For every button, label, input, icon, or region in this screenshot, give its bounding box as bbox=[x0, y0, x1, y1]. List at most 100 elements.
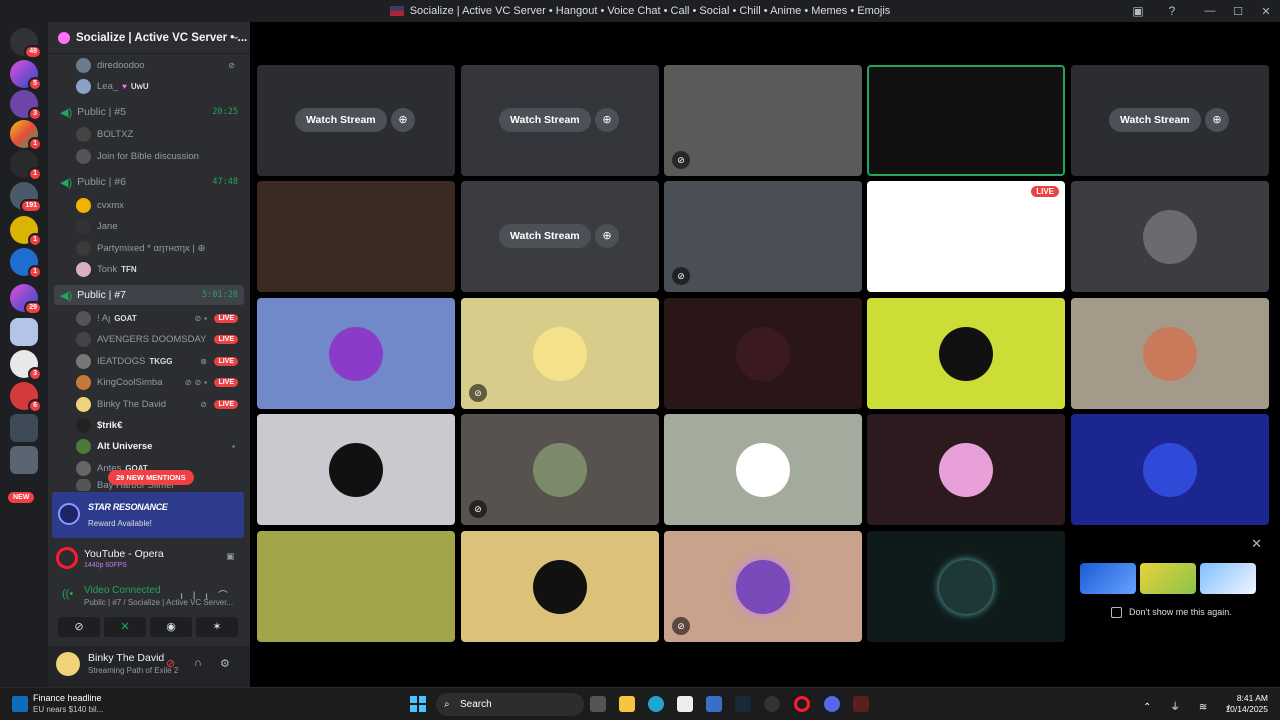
server-icon[interactable]: 6 bbox=[10, 382, 42, 413]
voice-user[interactable]: BOLTXZ bbox=[76, 124, 244, 144]
stream-tile[interactable]: Watch Stream ⊕ bbox=[1071, 65, 1269, 176]
soundboard-button[interactable]: ✶ bbox=[196, 617, 238, 637]
user-tile[interactable] bbox=[257, 531, 455, 642]
minimize-button[interactable]: — bbox=[1196, 5, 1224, 17]
server-icon-socialize[interactable]: 5 bbox=[10, 60, 42, 91]
game-rocket-bot-royale[interactable] bbox=[1080, 563, 1136, 594]
user-tile[interactable]: ⊘ bbox=[664, 531, 862, 642]
watch-stream-button[interactable]: Watch Stream bbox=[499, 224, 591, 248]
home-button[interactable]: 49 bbox=[10, 28, 42, 59]
stop-stream-icon[interactable]: ▣ bbox=[226, 551, 238, 563]
news-title[interactable]: Finance headline bbox=[33, 693, 102, 703]
stream-tile[interactable]: LIVE bbox=[867, 181, 1065, 292]
video-tile[interactable]: ⊘ bbox=[664, 181, 862, 292]
voice-user[interactable]: $trik€ bbox=[76, 415, 244, 435]
server-icon[interactable]: 1 bbox=[10, 120, 42, 151]
voice-user[interactable]: Alt Universe ▪ bbox=[76, 436, 244, 456]
voice-user[interactable]: diredoodoo ⊘ bbox=[76, 55, 244, 75]
user-tile[interactable]: ⊘ bbox=[461, 298, 659, 409]
dont-show-checkbox[interactable] bbox=[1111, 607, 1122, 618]
server-icon[interactable]: 1 bbox=[10, 216, 42, 247]
user-tile[interactable] bbox=[867, 414, 1065, 525]
voice-user[interactable]: IEATDOGS TKGG ⊗ LIVE bbox=[76, 351, 244, 371]
app-icon[interactable] bbox=[706, 696, 722, 712]
screen-share-button[interactable]: ✕ bbox=[104, 617, 146, 637]
voice-user[interactable]: Lea_ ♥ UwU bbox=[76, 76, 244, 96]
server-icon[interactable]: 29 bbox=[10, 284, 42, 315]
soundboard-icon[interactable]: ılı⌒ bbox=[180, 587, 238, 602]
server-icon[interactable]: 1 bbox=[10, 150, 42, 181]
popout-icon[interactable]: ⊕ bbox=[391, 108, 415, 132]
voice-user[interactable]: Binky The David ⊘ LIVE bbox=[76, 394, 244, 414]
dont-show-label[interactable]: Don't show me this again. bbox=[1129, 607, 1232, 617]
popout-icon[interactable]: ⊕ bbox=[595, 224, 619, 248]
app-icon[interactable] bbox=[853, 696, 869, 712]
edge-icon[interactable] bbox=[648, 696, 664, 712]
help-icon[interactable]: ? bbox=[1164, 3, 1180, 19]
maximize-button[interactable]: ☐ bbox=[1224, 5, 1252, 18]
stream-tile[interactable]: Watch Stream ⊕ bbox=[461, 65, 659, 176]
user-tile[interactable] bbox=[664, 414, 862, 525]
voice-channel-active[interactable]: ◀) Public | #7 5:01:20 bbox=[54, 285, 244, 305]
opera-icon[interactable] bbox=[794, 696, 810, 712]
voice-user[interactable]: Join for Bible discussion bbox=[76, 146, 244, 166]
my-username[interactable]: Binky The David bbox=[88, 652, 164, 664]
inbox-icon[interactable]: ▣ bbox=[1130, 3, 1146, 19]
user-tile[interactable] bbox=[867, 531, 1065, 642]
clock[interactable]: 8:41 AM 10/14/2025 bbox=[1225, 693, 1268, 715]
stream-tile[interactable]: ⊘ bbox=[664, 65, 862, 176]
user-tile[interactable]: ⊘ bbox=[461, 414, 659, 525]
server-icon[interactable]: 191 bbox=[10, 182, 42, 213]
gear-icon[interactable]: ⚙ bbox=[220, 657, 230, 670]
close-icon[interactable]: ✕ bbox=[1251, 536, 1262, 552]
activity-panel[interactable]: YouTube - Opera 1440p 60FPS ▣ bbox=[52, 542, 244, 578]
server-icon[interactable] bbox=[10, 414, 38, 442]
server-icon[interactable] bbox=[10, 446, 38, 474]
video-tile[interactable] bbox=[257, 181, 455, 292]
avatar[interactable] bbox=[56, 652, 80, 676]
activity-button[interactable]: ◉ bbox=[150, 617, 192, 637]
user-tile[interactable] bbox=[664, 298, 862, 409]
user-tile[interactable] bbox=[1071, 298, 1269, 409]
file-explorer-icon[interactable] bbox=[619, 696, 635, 712]
stream-tile[interactable]: Watch Stream ⊕ bbox=[257, 65, 455, 176]
user-tile[interactable] bbox=[257, 298, 455, 409]
voice-channel[interactable]: ◀) Public | #6 47:48 bbox=[54, 172, 244, 192]
voice-status[interactable]: Video Connected bbox=[84, 585, 161, 596]
voice-user[interactable]: Partymixed * αηтнσηх | ⊕ bbox=[76, 238, 244, 258]
news-subtitle[interactable]: EU nears $140 bil... bbox=[33, 705, 103, 714]
server-icon[interactable] bbox=[10, 318, 38, 346]
user-tile[interactable] bbox=[1071, 181, 1269, 292]
game-sudoku-together[interactable] bbox=[1200, 563, 1256, 594]
voice-user[interactable]: ! Aȷ GOAT ⊘▪ LIVE bbox=[76, 308, 244, 328]
taskbar-search[interactable]: ⌕ Search bbox=[436, 693, 584, 716]
server-header[interactable]: Socialize | Active VC Server • ... ⌄ bbox=[48, 22, 250, 54]
new-mentions-pill[interactable]: 29 NEW MENTIONS bbox=[108, 470, 194, 485]
voice-user[interactable]: Jane bbox=[76, 216, 244, 236]
user-tile[interactable] bbox=[1071, 414, 1269, 525]
user-tile[interactable] bbox=[867, 298, 1065, 409]
app-icon[interactable] bbox=[677, 696, 693, 712]
obs-icon[interactable] bbox=[764, 696, 780, 712]
popout-icon[interactable]: ⊕ bbox=[1205, 108, 1229, 132]
steam-icon[interactable] bbox=[735, 696, 751, 712]
watch-stream-button[interactable]: Watch Stream bbox=[499, 108, 591, 132]
windows-start-icon[interactable] bbox=[410, 696, 426, 712]
user-tile[interactable] bbox=[257, 414, 455, 525]
server-icon[interactable]: 1 bbox=[10, 248, 42, 279]
headphones-icon[interactable]: ∩ bbox=[194, 657, 202, 669]
camera-off-button[interactable]: ⊘ bbox=[58, 617, 100, 637]
voice-user[interactable]: KingCoolSimba ⊘⊘▪ LIVE bbox=[76, 372, 244, 392]
voice-user[interactable]: Tonk TFN bbox=[76, 259, 244, 279]
voice-user[interactable]: cvxmx bbox=[76, 195, 244, 215]
popout-icon[interactable]: ⊕ bbox=[595, 108, 619, 132]
voice-user[interactable]: AVENGERS DOOMSDAY LIVE bbox=[76, 329, 244, 349]
watch-stream-button[interactable]: Watch Stream bbox=[295, 108, 387, 132]
server-icon[interactable]: 3 bbox=[10, 90, 42, 121]
game-thumbnail[interactable] bbox=[1140, 563, 1196, 594]
discord-icon[interactable] bbox=[824, 696, 840, 712]
promo-banner[interactable]: STAR RESONANCE Reward Available! bbox=[52, 492, 244, 538]
watch-stream-button[interactable]: Watch Stream bbox=[1109, 108, 1201, 132]
video-tile[interactable] bbox=[867, 65, 1065, 176]
stream-tile[interactable]: Watch Stream ⊕ bbox=[461, 181, 659, 292]
